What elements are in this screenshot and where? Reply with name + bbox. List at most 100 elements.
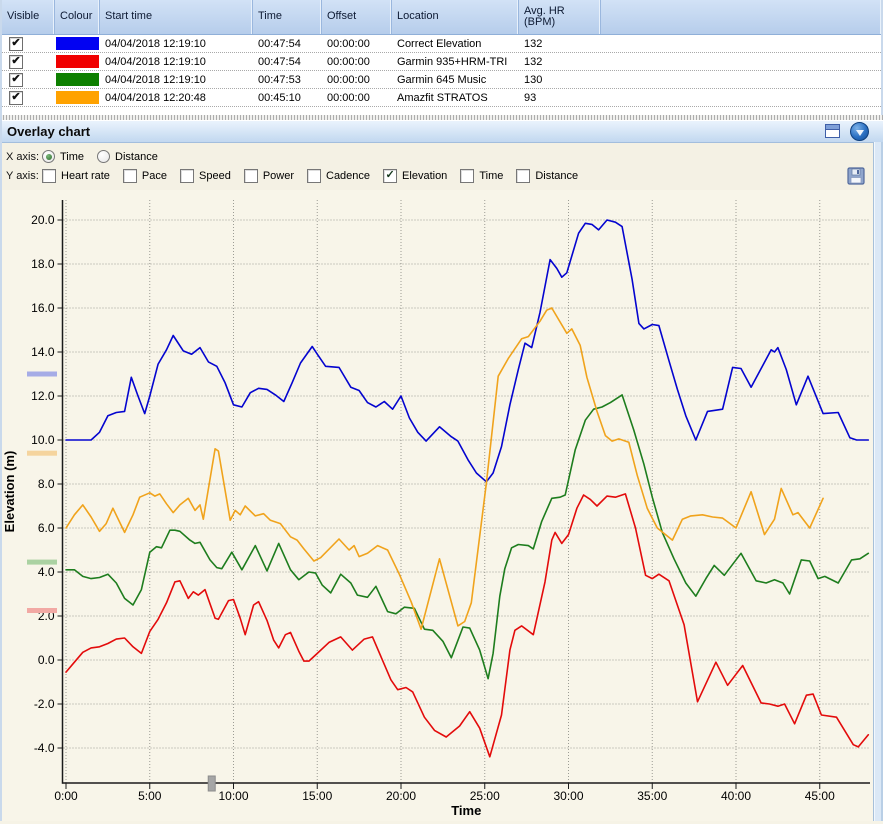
table-row[interactable]: ✔04/04/2018 12:20:4800:45:1000:00:00Amaz… [2,89,881,107]
y-axis-checkbox-time[interactable]: Time [460,169,503,183]
colour-swatch[interactable] [56,55,99,68]
check-icon: ✔ [11,38,20,48]
panel-left-border [0,0,2,821]
visible-cell: ✔ [2,73,55,87]
avg-hr-cell: 132 [519,38,601,50]
table-row[interactable]: ✔04/04/2018 12:19:1000:47:5400:00:00Corr… [2,35,881,53]
y-axis-checkbox-cadence[interactable]: Cadence [307,169,370,183]
visible-checkbox[interactable]: ✔ [9,55,23,69]
time-cell: 00:47:54 [253,38,322,50]
y-axis-row: Y axis: Heart rate Pace Speed Power Cadence ✓… [6,166,883,185]
tracks-table: Visible Colour Start time Time Offset Lo… [0,0,883,115]
panel-layout-icon[interactable] [825,124,840,138]
checkbox-icon [180,169,194,183]
offset-cell: 00:00:00 [322,74,392,86]
collapse-panel-button[interactable] [850,122,869,141]
average-marker-garmin-935-hrm-tri [27,608,57,613]
column-header-start-time[interactable]: Start time [100,0,253,34]
y-axis-checkbox-power[interactable]: Power [244,169,294,183]
x-tick-label: 40:00 [721,789,751,803]
x-axis-title: Time [451,803,481,818]
checkbox-label: Time [479,170,503,182]
checkbox-icon: ✓ [383,169,397,183]
checkbox-label: Distance [535,170,578,182]
column-header-time[interactable]: Time [253,0,322,34]
start-time-cell: 04/04/2018 12:19:10 [100,74,253,86]
colour-swatch[interactable] [56,91,99,104]
column-header-visible[interactable]: Visible [2,0,55,34]
table-row[interactable]: ✔04/04/2018 12:19:1000:47:5300:00:00Garm… [2,71,881,89]
table-header: Visible Colour Start time Time Offset Lo… [2,0,881,35]
y-tick-label: 8.0 [38,477,55,491]
y-tick-label: 16.0 [31,301,55,315]
y-axis-title: Elevation (m) [2,451,17,533]
y-axis-checkbox-pace[interactable]: Pace [123,169,167,183]
x-tick-label: 20:00 [386,789,416,803]
x-axis-slider-marker[interactable] [208,776,215,791]
avg-hr-cell: 93 [519,92,601,104]
radio-label: Distance [115,151,158,163]
checkbox-label: Pace [142,170,167,182]
x-axis-radio-distance[interactable]: Distance [97,150,158,163]
x-tick-label: 45:00 [805,789,835,803]
visible-checkbox[interactable]: ✔ [9,73,23,87]
offset-cell: 00:00:00 [322,38,392,50]
y-axis-checkbox-speed[interactable]: Speed [180,169,231,183]
x-axis-radio-time[interactable]: Time [42,150,84,163]
y-tick-label: -4.0 [34,741,55,755]
column-header-avg-hr[interactable]: Avg. HR (BPM) [519,0,601,34]
x-axis-row: X axis: TimeDistance [6,147,883,166]
overlay-chart-title: Overlay chart [7,124,90,139]
series-line-garmin-935-hrm-tri [66,494,868,757]
average-marker-amazfit-stratos [27,451,57,456]
column-header-offset[interactable]: Offset [322,0,392,34]
overlay-chart-plot[interactable]: 20.018.016.014.012.010.08.06.04.02.00.0-… [0,190,883,821]
colour-cell [55,55,100,68]
table-row[interactable]: ✔04/04/2018 12:19:1000:47:5400:00:00Garm… [2,53,881,71]
colour-cell [55,91,100,104]
table-body: ✔04/04/2018 12:19:1000:47:5400:00:00Corr… [2,35,881,107]
y-tick-label: 12.0 [31,389,55,403]
panel-right-border [873,142,883,821]
radio-icon [42,150,55,163]
y-tick-label: 10.0 [31,433,55,447]
column-header-colour[interactable]: Colour [55,0,100,34]
visible-checkbox[interactable]: ✔ [9,91,23,105]
start-time-cell: 04/04/2018 12:19:10 [100,56,253,68]
colour-cell [55,73,100,86]
checkbox-icon [516,169,530,183]
x-tick-label: 5:00 [138,789,162,803]
floppy-disk-icon [847,167,865,185]
colour-swatch[interactable] [56,73,99,86]
offset-cell: 00:00:00 [322,56,392,68]
visible-checkbox[interactable]: ✔ [9,37,23,51]
column-header-location[interactable]: Location [392,0,519,34]
overlay-chart-header: Overlay chart [0,120,883,143]
checkbox-icon [307,169,321,183]
x-tick-label: 25:00 [470,789,500,803]
y-axis-checkbox-distance[interactable]: Distance [516,169,578,183]
y-tick-label: 14.0 [31,345,55,359]
visible-cell: ✔ [2,37,55,51]
x-tick-label: 35:00 [637,789,667,803]
start-time-cell: 04/04/2018 12:20:48 [100,92,253,104]
avg-hr-cell: 130 [519,74,601,86]
checkbox-icon [244,169,258,183]
x-tick-label: 15:00 [302,789,332,803]
visible-cell: ✔ [2,55,55,69]
checkbox-label: Heart rate [61,170,110,182]
y-axis-checkbox-heart-rate[interactable]: Heart rate [42,169,110,183]
y-axis-checkbox-elevation[interactable]: ✓Elevation [383,169,447,183]
y-axis-label: Y axis: [6,170,42,182]
check-icon: ✔ [11,92,20,102]
chevron-down-icon [856,130,864,136]
column-header-filler [601,0,881,34]
check-icon: ✓ [385,170,394,180]
radio-icon [97,150,110,163]
chart-controls: X axis: TimeDistance Y axis: Heart rateP… [0,143,883,190]
series-line-garmin-645-music [66,395,868,679]
y-tick-label: 6.0 [38,521,55,535]
check-icon: ✔ [11,74,20,84]
save-chart-button[interactable] [847,167,865,185]
colour-swatch[interactable] [56,37,99,50]
